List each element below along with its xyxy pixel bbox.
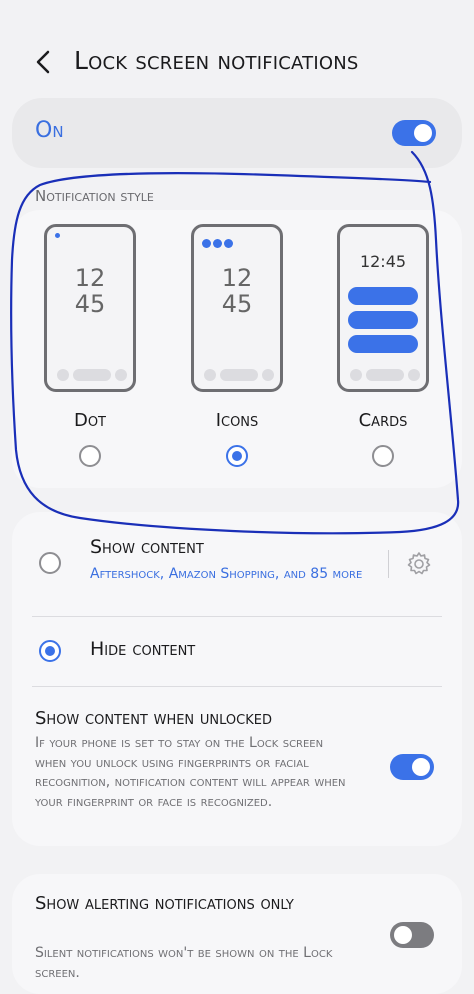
show-when-unlocked-row[interactable]: Show content when unlocked If your phone… — [12, 692, 462, 842]
master-toggle-row[interactable]: On — [12, 98, 462, 168]
notification-style-card: 12 45 Dot 12 45 Icons 12:45 Cards — [12, 210, 462, 488]
notification-icons-icon — [202, 233, 235, 252]
dot-indicator-icon — [55, 233, 60, 238]
style-option-dot[interactable]: 12 45 Dot — [40, 224, 140, 467]
preview-clock-time: 12:45 — [359, 252, 407, 271]
hide-content-row[interactable]: Hide content — [12, 618, 462, 678]
cards-preview: 12:45 — [337, 224, 429, 392]
show-content-row[interactable]: Show content Aftershock, Amazon Shopping… — [12, 512, 462, 612]
style-option-dot-label: Dot — [73, 410, 107, 431]
show-content-label: Show content — [90, 536, 204, 558]
show-when-unlocked-label: Show content when unlocked — [35, 708, 272, 729]
gear-icon[interactable] — [405, 550, 433, 578]
alerting-only-toggle[interactable] — [390, 922, 434, 948]
divider — [32, 616, 442, 617]
show-content-apps: Aftershock, Amazon Shopping, and 85 more — [90, 566, 363, 582]
alerting-only-label: Show alerting notifications only — [35, 893, 294, 914]
preview-clock-hours: 12 — [221, 264, 253, 292]
style-option-icons-label: Icons — [215, 410, 259, 431]
style-option-cards[interactable]: 12:45 Cards — [333, 224, 433, 467]
preview-clock-minutes: 45 — [221, 290, 253, 318]
show-when-unlocked-description: If your phone is set to stay on the Lock… — [35, 735, 346, 810]
divider — [388, 550, 389, 578]
style-cards-radio[interactable] — [372, 445, 394, 467]
master-toggle-label: On — [35, 118, 64, 143]
content-visibility-card: Show content Aftershock, Amazon Shopping… — [12, 512, 462, 846]
page-title: Lock screen notifications — [74, 46, 359, 75]
divider — [32, 686, 442, 687]
master-toggle[interactable] — [392, 120, 436, 146]
style-option-icons[interactable]: 12 45 Icons — [187, 224, 287, 467]
back-arrow-icon[interactable] — [30, 44, 60, 80]
preview-clock-hours: 12 — [74, 264, 106, 292]
style-option-cards-label: Cards — [358, 410, 408, 431]
style-dot-radio[interactable] — [79, 445, 101, 467]
preview-clock-minutes: 45 — [74, 290, 106, 318]
hide-content-radio[interactable] — [39, 640, 61, 662]
show-when-unlocked-toggle[interactable] — [390, 754, 434, 780]
hide-content-label: Hide content — [90, 638, 196, 660]
dot-preview: 12 45 — [44, 224, 136, 392]
alerting-only-row[interactable]: Show alerting notifications only Silent … — [12, 874, 462, 994]
alerting-only-description: Silent notifications won't be shown on t… — [35, 945, 333, 981]
header: Lock screen notifications — [0, 38, 474, 86]
icons-preview: 12 45 — [191, 224, 283, 392]
show-content-radio[interactable] — [39, 552, 61, 574]
style-icons-radio[interactable] — [226, 445, 248, 467]
notification-style-heading: Notification style — [35, 187, 154, 205]
